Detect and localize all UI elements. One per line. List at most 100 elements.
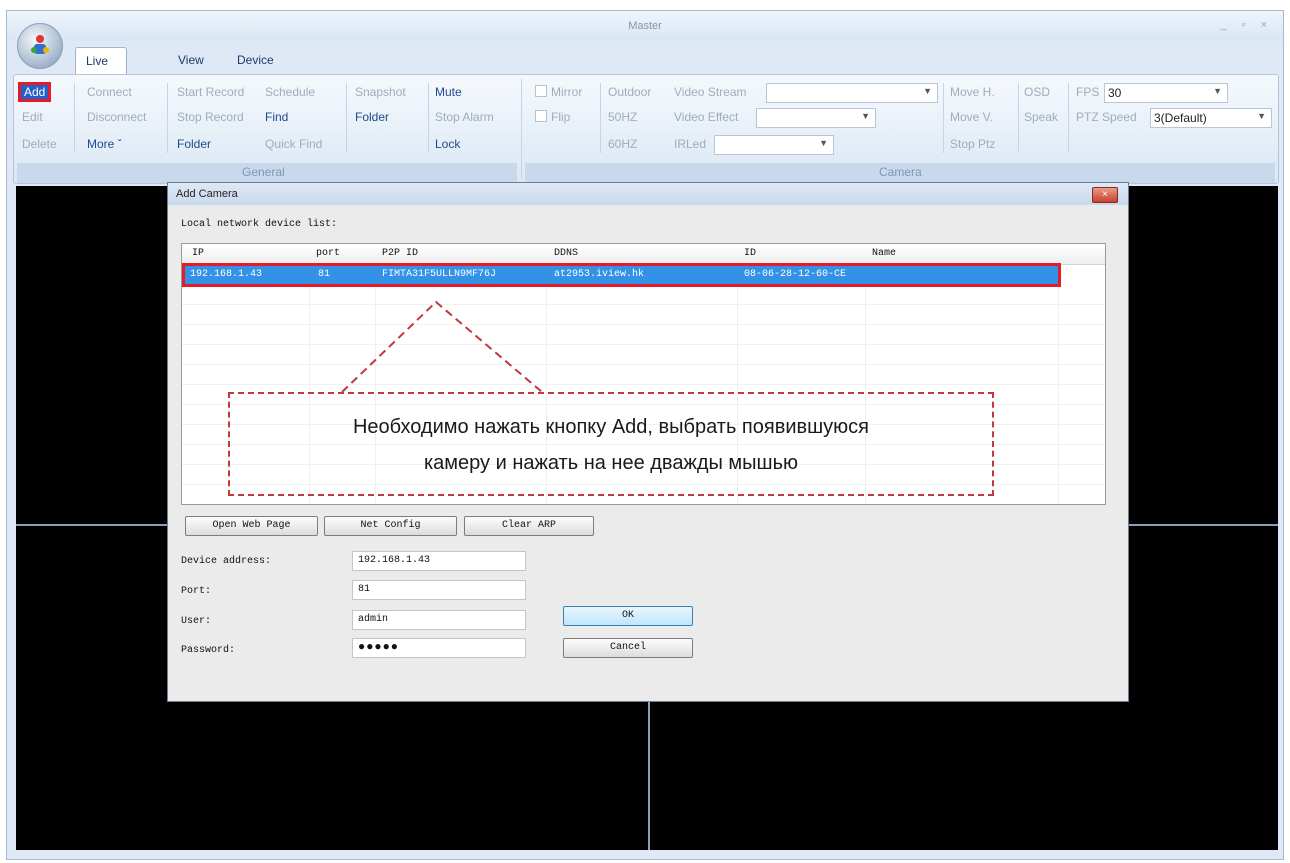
device-list-label: Local network device list: — [181, 219, 338, 230]
snapshot-folder-button[interactable]: Folder — [355, 110, 389, 124]
cancel-button[interactable]: Cancel — [563, 638, 693, 658]
quick-find-button[interactable]: Quick Find — [265, 137, 322, 151]
device-address-label: Device address: — [181, 556, 272, 567]
find-button[interactable]: Find — [265, 110, 288, 124]
speak-button[interactable]: Speak — [1024, 110, 1058, 124]
edit-button[interactable]: Edit — [22, 110, 43, 124]
fps-value: 30 — [1108, 86, 1122, 100]
more-button[interactable]: More ˇ — [87, 137, 122, 151]
device-address-value: 192.168.1.43 — [358, 555, 431, 566]
device-list[interactable]: IP port P2P ID DDNS ID Name 192.168.1.43… — [181, 243, 1106, 505]
divider — [74, 83, 75, 153]
irled-label: IRLed — [674, 137, 707, 151]
close-button[interactable]: × — [1092, 187, 1118, 203]
row-divider — [182, 384, 1105, 385]
divider — [600, 83, 601, 153]
snapshot-button[interactable]: Snapshot — [355, 85, 406, 99]
ok-button[interactable]: OK — [563, 606, 693, 626]
chevron-down-icon: ▼ — [1213, 86, 1222, 96]
divider — [943, 83, 944, 153]
delete-button[interactable]: Delete — [22, 137, 57, 151]
tab-live-video[interactable]: Live Video — [75, 47, 128, 94]
tab-view[interactable]: View — [168, 47, 214, 73]
video-stream-select[interactable]: ▼ — [766, 83, 938, 103]
net-config-button[interactable]: Net Config — [324, 516, 457, 536]
user-value: admin — [358, 614, 389, 625]
window-controls[interactable]: _ ▫ × — [1220, 19, 1273, 31]
chevron-down-icon: ▼ — [861, 111, 870, 121]
flip-label: Flip — [551, 110, 571, 124]
ptz-speed-select[interactable]: 3(Default) ▼ — [1150, 108, 1272, 128]
column-header-port[interactable]: port — [316, 248, 340, 259]
password-label: Password: — [181, 645, 236, 656]
clear-arp-button[interactable]: Clear ARP — [464, 516, 594, 536]
outdoor-button[interactable]: Outdoor — [608, 85, 651, 99]
start-record-button[interactable]: Start Record — [177, 85, 244, 99]
device-address-input[interactable]: 192.168.1.43 — [352, 551, 526, 571]
add-camera-dialog: Add Camera × Local network device list: … — [167, 182, 1129, 702]
column-header-id[interactable]: ID — [744, 248, 756, 259]
camera-group-label: Camera — [879, 165, 922, 179]
video-effect-label: Video Effect — [674, 110, 739, 124]
60hz-button[interactable]: 60HZ — [608, 137, 637, 151]
mirror-checkbox[interactable]: Mirror — [535, 85, 582, 99]
mute-button[interactable]: Mute — [435, 85, 462, 99]
lock-button[interactable]: Lock — [435, 137, 460, 151]
flip-checkbox-box[interactable] — [535, 110, 547, 122]
irled-select[interactable]: ▼ — [714, 135, 834, 155]
ptz-speed-value: 3(Default) — [1154, 111, 1207, 125]
move-v-button[interactable]: Move V. — [950, 110, 993, 124]
stop-record-button[interactable]: Stop Record — [177, 110, 244, 124]
port-label: Port: — [181, 586, 212, 597]
osd-button[interactable]: OSD — [1024, 85, 1050, 99]
video-effect-select[interactable]: ▼ — [756, 108, 876, 128]
50hz-button[interactable]: 50HZ — [608, 110, 637, 124]
stop-alarm-button[interactable]: Stop Alarm — [435, 110, 494, 124]
open-web-page-button[interactable]: Open Web Page — [185, 516, 318, 536]
video-stream-label: Video Stream — [674, 85, 747, 99]
divider — [1018, 83, 1019, 153]
mirror-label: Mirror — [551, 85, 583, 99]
column-header-ddns[interactable]: DDNS — [554, 248, 578, 259]
chevron-down-icon: ▼ — [1257, 111, 1266, 121]
selected-row-highlight — [182, 263, 1061, 287]
add-button[interactable]: Add — [17, 82, 52, 102]
column-header-name[interactable]: Name — [872, 248, 896, 259]
general-group-label: General — [242, 165, 285, 179]
stop-ptz-button[interactable]: Stop Ptz — [950, 137, 995, 151]
group-divider — [521, 79, 522, 179]
user-input[interactable]: admin — [352, 610, 526, 630]
column-header-p2p-id[interactable]: P2P ID — [382, 248, 418, 259]
flip-checkbox[interactable]: Flip — [535, 110, 570, 124]
disconnect-button[interactable]: Disconnect — [87, 110, 146, 124]
device-list-header: IP port P2P ID DDNS ID Name — [182, 244, 1105, 265]
row-divider — [182, 364, 1105, 365]
ribbon-panel: Add Edit Delete Connect Disconnect More … — [13, 74, 1279, 184]
connect-button[interactable]: Connect — [87, 85, 132, 99]
annotation-callout: Необходимо нажать кнопку Add, выбрать по… — [228, 392, 994, 496]
title-bar: Master _ ▫ × — [7, 11, 1283, 41]
dialog-title-bar: Add Camera × — [168, 183, 1128, 205]
divider — [428, 83, 429, 153]
fps-select[interactable]: 30 ▼ — [1104, 83, 1228, 103]
port-value: 81 — [358, 584, 371, 595]
move-h-button[interactable]: Move H. — [950, 85, 995, 99]
user-label: User: — [181, 616, 212, 627]
tab-device[interactable]: Device — [227, 47, 284, 73]
app-logo-icon — [31, 35, 49, 54]
port-input[interactable]: 81 — [352, 580, 526, 600]
callout-pointer — [341, 300, 543, 393]
record-folder-button[interactable]: Folder — [177, 137, 211, 151]
row-divider — [182, 324, 1105, 325]
dialog-title: Add Camera — [176, 188, 238, 200]
password-value: ●●●●● — [358, 640, 400, 654]
column-header-ip[interactable]: IP — [192, 248, 204, 259]
chevron-down-icon: ▼ — [819, 138, 828, 148]
password-input[interactable]: ●●●●● — [352, 638, 526, 658]
app-menu-button[interactable] — [17, 23, 63, 69]
ptz-speed-label: PTZ Speed — [1076, 110, 1137, 124]
chevron-down-icon: ▼ — [923, 86, 932, 96]
schedule-button[interactable]: Schedule — [265, 85, 315, 99]
mirror-checkbox-box[interactable] — [535, 85, 547, 97]
callout-text-line2: камеру и нажать на нее дважды мышью — [423, 452, 799, 474]
